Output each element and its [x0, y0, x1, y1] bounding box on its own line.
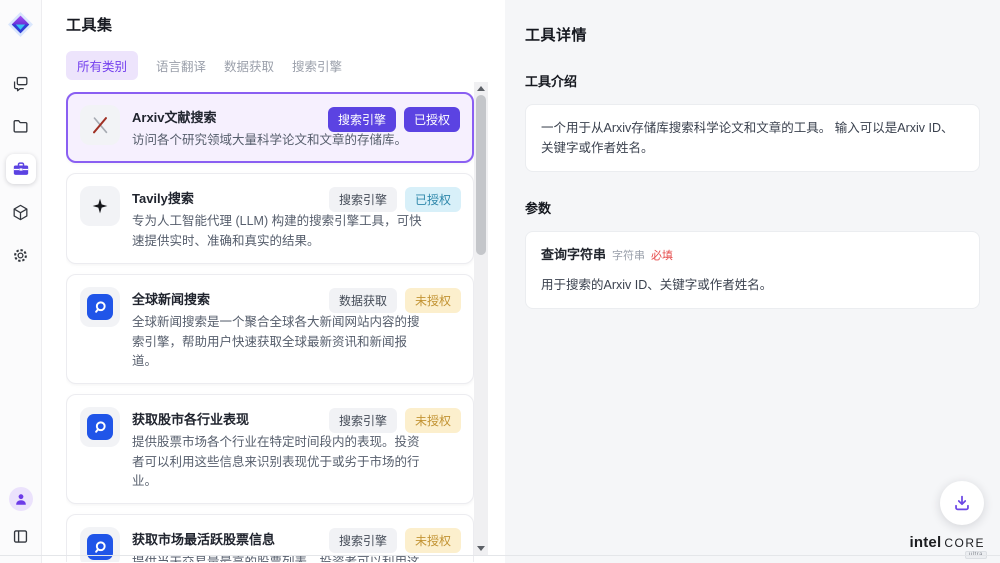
- param-type: 字符串: [612, 248, 645, 266]
- tool-description: 访问各个研究领域大量科学论文和文章的存储库。: [132, 131, 407, 150]
- tool-detail-panel: 工具详情 工具介绍 一个用于从Arxiv存储库搜索科学论文和文章的工具。 输入可…: [505, 0, 1000, 563]
- blue-search-logo: [87, 534, 113, 560]
- sidebar-item-chat[interactable]: [6, 68, 36, 98]
- intro-card: 一个用于从Arxiv存储库搜索科学论文和文章的工具。 输入可以是Arxiv ID…: [525, 104, 980, 172]
- intro-text: 一个用于从Arxiv存储库搜索科学论文和文章的工具。 输入可以是Arxiv ID…: [541, 121, 954, 155]
- app-window: 工具集 所有类别语言翻译数据获取搜索引擎 Arxiv文献搜索访问各个研究领域大量…: [0, 0, 1000, 563]
- tool-tags: 搜索引擎已授权: [329, 187, 461, 212]
- collapse-panel-icon[interactable]: [6, 521, 36, 551]
- scrollbar-thumb[interactable]: [476, 95, 486, 255]
- auth-status-badge: 未授权: [405, 288, 461, 313]
- sidebar-bottom: [0, 487, 41, 551]
- auth-status-badge: 已授权: [404, 107, 460, 132]
- sidebar-item-cube[interactable]: [6, 197, 36, 227]
- category-tabs: 所有类别语言翻译数据获取搜索引擎: [66, 51, 505, 80]
- scroll-up-icon[interactable]: [477, 86, 485, 91]
- icon-sidebar: [0, 0, 42, 563]
- tool-tags: 搜索引擎未授权: [329, 528, 461, 553]
- param-name: 查询字符串: [541, 245, 606, 266]
- blue-search-logo: [87, 294, 113, 320]
- category-badge: 搜索引擎: [329, 528, 397, 553]
- folder-icon: [11, 117, 30, 136]
- auth-status-badge: 未授权: [405, 528, 461, 553]
- tool-description: 全球新闻搜索是一个聚合全球各大新闻网站内容的搜索引擎，帮助用户快速获取全球最新资…: [132, 313, 430, 371]
- auth-status-badge: 未授权: [405, 408, 461, 433]
- window-bottom-divider: [0, 555, 1000, 556]
- download-icon: [951, 492, 973, 514]
- auth-status-badge: 已授权: [405, 187, 461, 212]
- category-badge: 搜索引擎: [329, 408, 397, 433]
- gear-icon: [11, 246, 30, 265]
- category-badge: 搜索引擎: [328, 107, 396, 132]
- sidebar-item-settings[interactable]: [6, 240, 36, 270]
- blueq-tool-icon: [80, 407, 120, 447]
- scroll-down-icon[interactable]: [477, 546, 485, 551]
- arxiv-tool-icon: [80, 105, 120, 145]
- intro-heading: 工具介绍: [525, 71, 980, 90]
- intel-core-logo: intel core ultra: [909, 534, 985, 551]
- user-avatar[interactable]: [9, 487, 33, 511]
- tool-list-panel: 工具集 所有类别语言翻译数据获取搜索引擎 Arxiv文献搜索访问各个研究领域大量…: [42, 0, 505, 563]
- tool-tags: 搜索引擎未授权: [329, 408, 461, 433]
- app-logo-icon: [7, 10, 35, 38]
- toolbox-icon: [11, 159, 31, 179]
- tab-3[interactable]: 搜索引擎: [292, 51, 342, 80]
- category-badge: 数据获取: [329, 288, 397, 313]
- page-title: 工具集: [66, 14, 505, 35]
- tool-tags: 数据获取未授权: [329, 288, 461, 313]
- blueq-tool-icon: [80, 287, 120, 327]
- list-scrollbar[interactable]: [474, 82, 488, 555]
- sidebar-nav: [6, 68, 36, 270]
- core-wordmark: core: [944, 536, 985, 550]
- tool-card[interactable]: 获取股市各行业表现提供股票市场各个行业在特定时间段内的表现。投资者可以利用这些信…: [66, 394, 474, 504]
- params-heading: 参数: [525, 198, 980, 217]
- tool-list: Arxiv文献搜索访问各个研究领域大量科学论文和文章的存储库。搜索引擎已授权 Ta…: [66, 92, 474, 562]
- param-required-badge: 必填: [651, 248, 673, 266]
- tool-card[interactable]: 全球新闻搜索全球新闻搜索是一个聚合全球各大新闻网站内容的搜索引擎，帮助用户快速获…: [66, 274, 474, 384]
- param-description: 用于搜索的Arxiv ID、关键字或作者姓名。: [541, 275, 964, 295]
- sidebar-item-folder[interactable]: [6, 111, 36, 141]
- blue-search-logo: [87, 414, 113, 440]
- tool-card[interactable]: Tavily搜索专为人工智能代理 (LLM) 构建的搜索引擎工具，可快速提供实时…: [66, 173, 474, 264]
- param-header: 查询字符串 字符串 必填: [541, 245, 964, 266]
- star-tool-icon: [80, 186, 120, 226]
- chat-icon: [11, 74, 30, 93]
- detail-title: 工具详情: [525, 24, 980, 45]
- category-badge: 搜索引擎: [329, 187, 397, 212]
- tool-description: 提供股票市场各个行业在特定时间段内的表现。投资者可以利用这些信息来识别表现优于或…: [132, 433, 430, 491]
- tool-description: 专为人工智能代理 (LLM) 构建的搜索引擎工具，可快速提供实时、准确和真实的结…: [132, 212, 430, 251]
- sidebar-item-toolbox[interactable]: [6, 154, 36, 184]
- tab-2[interactable]: 数据获取: [224, 51, 274, 80]
- tab-1[interactable]: 语言翻译: [156, 51, 206, 80]
- param-card: 查询字符串 字符串 必填 用于搜索的Arxiv ID、关键字或作者姓名。: [525, 231, 980, 309]
- blueq-tool-icon: [80, 527, 120, 562]
- intel-wordmark: intel: [909, 534, 941, 551]
- tool-tags: 搜索引擎已授权: [328, 107, 460, 132]
- cube-icon: [11, 203, 30, 222]
- tab-0[interactable]: 所有类别: [66, 51, 138, 80]
- download-button[interactable]: [940, 481, 984, 525]
- tool-card[interactable]: Arxiv文献搜索访问各个研究领域大量科学论文和文章的存储库。搜索引擎已授权: [66, 92, 474, 163]
